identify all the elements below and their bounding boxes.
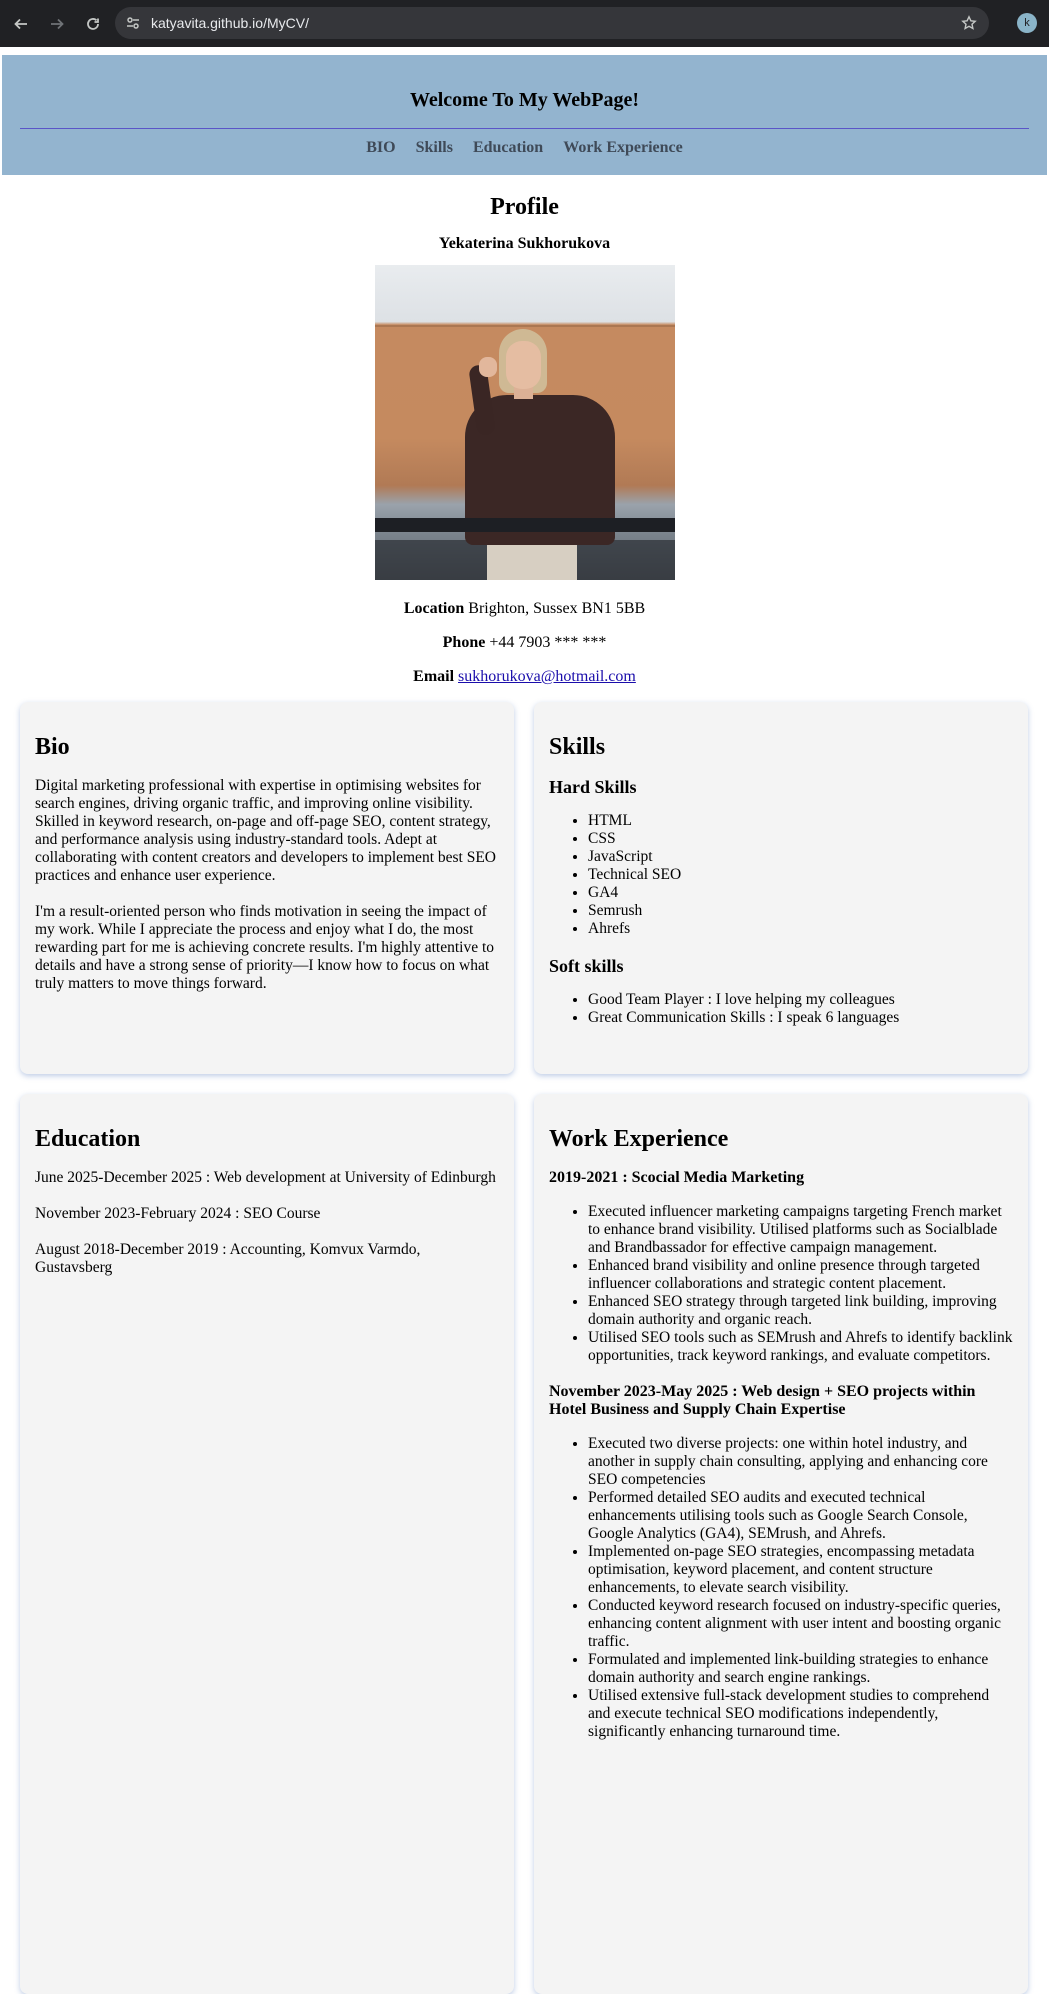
bio-paragraph: I'm a result-oriented person who finds m… xyxy=(35,903,495,992)
header-divider xyxy=(20,128,1029,129)
profile-heading: Profile xyxy=(490,194,559,220)
list-item: GA4 xyxy=(588,884,1013,902)
location-value: Brighton, Sussex BN1 5BB xyxy=(468,600,646,617)
phone-label: Phone xyxy=(442,634,486,651)
cards-grid: Bio Digital marketing professional with … xyxy=(2,702,1047,1994)
list-item: Ahrefs xyxy=(588,920,1013,938)
location-line: Location Brighton, Sussex BN1 5BB xyxy=(2,600,1047,618)
job-bullets: Executed two diverse projects: one withi… xyxy=(549,1435,1013,1741)
education-item: August 2018-December 2019 : Accounting, … xyxy=(35,1241,421,1276)
email-link[interactable]: sukhorukova@hotmail.com xyxy=(458,668,636,685)
nav-link-bio[interactable]: BIO xyxy=(366,139,395,157)
list-item: CSS xyxy=(588,830,1013,848)
nav-link-education[interactable]: Education xyxy=(473,139,543,157)
skills-heading: Skills xyxy=(549,734,606,760)
site-header: Welcome To My WebPage! BIO Skills Educat… xyxy=(2,55,1047,175)
forward-arrow-icon[interactable] xyxy=(44,11,70,37)
site-settings-icon[interactable] xyxy=(125,15,141,31)
list-item: Semrush xyxy=(588,902,1013,920)
address-bar[interactable]: katyavita.github.io/MyCV/ xyxy=(115,7,989,39)
phone-value: +44 7903 *** *** xyxy=(489,634,607,651)
list-item: JavaScript xyxy=(588,848,1013,866)
soft-skills-list: Good Team Player : I love helping my col… xyxy=(549,991,1013,1027)
bookmark-star-icon[interactable] xyxy=(961,15,977,31)
bio-heading: Bio xyxy=(35,734,70,760)
list-item: Formulated and implemented link-building… xyxy=(588,1651,1013,1687)
bio-card: Bio Digital marketing professional with … xyxy=(20,702,514,1074)
education-item: June 2025-December 2025 : Web developmen… xyxy=(35,1169,496,1186)
list-item: Conducted keyword research focused on in… xyxy=(588,1597,1013,1651)
page-content: Welcome To My WebPage! BIO Skills Educat… xyxy=(0,47,1049,1994)
url-text[interactable]: katyavita.github.io/MyCV/ xyxy=(151,15,961,31)
profile-name: Yekaterina Sukhorukova xyxy=(438,235,611,252)
nav-link-skills[interactable]: Skills xyxy=(416,139,453,157)
job-title: November 2023-May 2025 : Web design + SE… xyxy=(549,1383,976,1418)
hard-skills-list: HTML CSS JavaScript Technical SEO GA4 Se… xyxy=(549,812,1013,938)
profile-section: Profile Yekaterina Sukhorukova Location … xyxy=(2,175,1047,686)
list-item: Utilised SEO tools such as SEMrush and A… xyxy=(588,1329,1013,1365)
bio-paragraph: Digital marketing professional with expe… xyxy=(35,777,496,884)
skills-card: Skills Hard Skills HTML CSS JavaScript T… xyxy=(534,702,1028,1074)
list-item: Good Team Player : I love helping my col… xyxy=(588,991,1013,1009)
education-heading: Education xyxy=(35,1126,141,1152)
location-label: Location xyxy=(403,600,465,617)
phone-line: Phone +44 7903 *** *** xyxy=(2,634,1047,652)
email-label: Email xyxy=(413,668,455,685)
job-bullets: Executed influencer marketing campaigns … xyxy=(549,1203,1013,1365)
site-nav: BIO Skills Education Work Experience xyxy=(20,139,1029,157)
reload-icon[interactable] xyxy=(80,11,106,37)
list-item: Executed influencer marketing campaigns … xyxy=(588,1203,1013,1257)
profile-avatar[interactable]: k xyxy=(1017,13,1037,33)
list-item: Implemented on-page SEO strategies, enco… xyxy=(588,1543,1013,1597)
work-heading: Work Experience xyxy=(549,1126,729,1152)
site-title: Welcome To My WebPage! xyxy=(409,89,640,111)
nav-link-work-experience[interactable]: Work Experience xyxy=(563,139,683,157)
work-experience-card: Work Experience 2019-2021 : Scocial Medi… xyxy=(534,1094,1028,1994)
list-item: Utilised extensive full-stack developmen… xyxy=(588,1687,1013,1741)
list-item: Enhanced brand visibility and online pre… xyxy=(588,1257,1013,1293)
back-arrow-icon[interactable] xyxy=(8,11,34,37)
education-card: Education June 2025-December 2025 : Web … xyxy=(20,1094,514,1994)
list-item: HTML xyxy=(588,812,1013,830)
soft-skills-heading: Soft skills xyxy=(549,956,624,976)
education-item: November 2023-February 2024 : SEO Course xyxy=(35,1205,321,1222)
job-title: 2019-2021 : Scocial Media Marketing xyxy=(549,1169,805,1186)
list-item: Executed two diverse projects: one withi… xyxy=(588,1435,1013,1489)
list-item: Great Communication Skills : I speak 6 l… xyxy=(588,1009,1013,1027)
list-item: Performed detailed SEO audits and execut… xyxy=(588,1489,1013,1543)
email-line: Email sukhorukova@hotmail.com xyxy=(2,668,1047,686)
browser-toolbar: katyavita.github.io/MyCV/ k xyxy=(0,0,1049,47)
list-item: Technical SEO xyxy=(588,866,1013,884)
hard-skills-heading: Hard Skills xyxy=(549,777,637,797)
profile-photo xyxy=(374,265,675,580)
list-item: Enhanced SEO strategy through targeted l… xyxy=(588,1293,1013,1329)
